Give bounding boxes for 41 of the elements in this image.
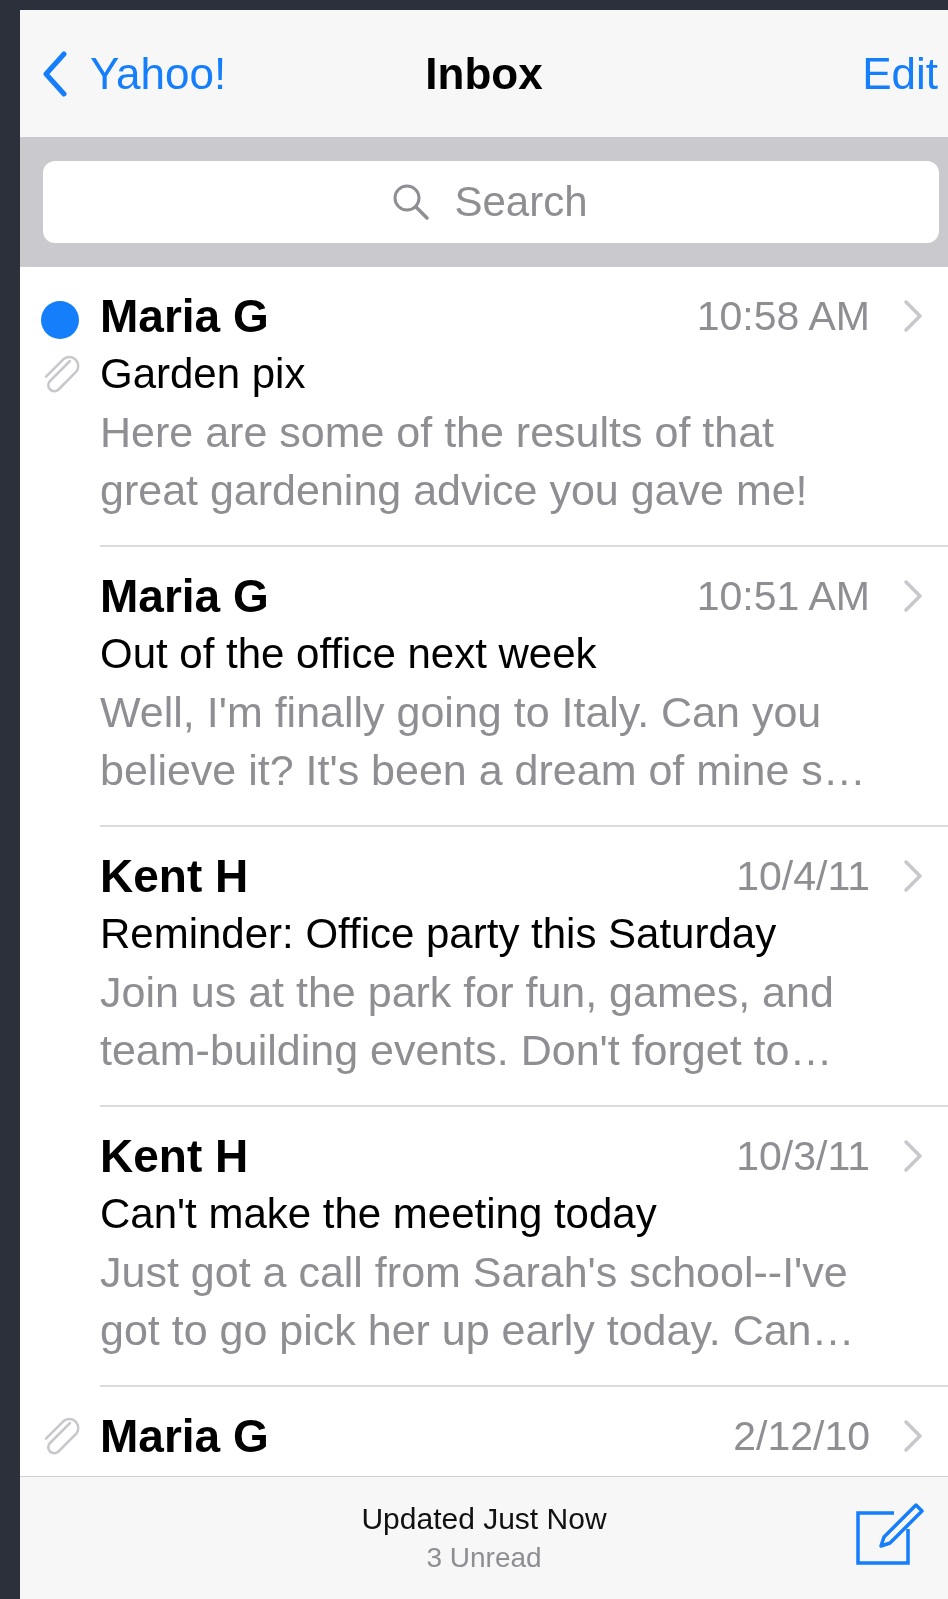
unread-count: 3 Unread — [426, 1542, 542, 1574]
chevron-icon — [902, 1138, 924, 1174]
search-icon — [391, 182, 431, 222]
message-subject: Out of the office next week — [100, 629, 598, 679]
message-preview: Well, I'm finally going to Italy. Can you — [100, 687, 823, 738]
sender-name: Kent H — [100, 1129, 250, 1183]
chevron-icon — [902, 858, 924, 894]
chevron-icon — [902, 1418, 924, 1454]
sender-name: Maria G — [100, 1409, 270, 1463]
message-time: 2/12/10 — [733, 1412, 870, 1460]
message-time: 10:51 AM — [696, 572, 870, 620]
message-preview: Join us at the park for fun, games, and — [100, 967, 835, 1018]
search-field[interactable]: Search — [43, 161, 939, 243]
message-time: 10/3/11 — [736, 1132, 870, 1180]
message-preview: believe it? It's been a dream of mine s… — [100, 745, 867, 796]
message-preview: got to go pick her up early today. Can… — [100, 1305, 856, 1356]
message-preview: team-building events. Don't forget to… — [100, 1025, 834, 1076]
message-subject: Reminder: Office party this Saturday — [100, 909, 778, 959]
message-preview: Just got a call from Sarah's school--I've — [100, 1247, 849, 1298]
message-row[interactable]: Maria G 2/12/10 — [20, 1387, 948, 1465]
message-row[interactable]: Kent H 10/4/11 Reminder: Office party this Saturday Join us at the park for fun, games, and team-building events. Don't forget to… — [20, 827, 948, 1107]
message-subject: Garden pix — [100, 349, 307, 399]
message-preview: great gardening advice you gave me! — [100, 465, 809, 516]
message-row[interactable]: Kent H 10/3/11 Can't make the meeting today Just got a call from Sarah's school--I've got to go pick her up early today. Can… — [20, 1107, 948, 1387]
message-time: 10:58 AM — [696, 292, 870, 340]
sender-name: Kent H — [100, 849, 250, 903]
update-status: Updated Just Now — [361, 1502, 607, 1536]
message-preview: Here are some of the results of that — [100, 407, 775, 458]
message-subject: Can't make the meeting today — [100, 1189, 658, 1239]
inbox-title: Inbox — [424, 48, 544, 99]
compose-icon[interactable] — [854, 1501, 926, 1567]
message-time: 10/4/11 — [736, 852, 870, 900]
edit-button[interactable]: Edit — [862, 48, 938, 99]
back-button[interactable]: Yahoo! — [42, 48, 227, 99]
chevron-icon — [902, 578, 924, 614]
sender-name: Maria G — [100, 289, 270, 343]
back-chevron-icon — [42, 50, 68, 97]
sender-name: Maria G — [100, 569, 270, 623]
message-row[interactable]: Maria G 10:58 AM Garden pix Here are some of the results of that great gardening advice you gave me! — [20, 267, 948, 547]
message-row[interactable]: Maria G 10:51 AM Out of the office next week Well, I'm finally going to Italy. Can you believe it? It's been a dream of mine s… — [20, 547, 948, 827]
chevron-icon — [902, 298, 924, 334]
